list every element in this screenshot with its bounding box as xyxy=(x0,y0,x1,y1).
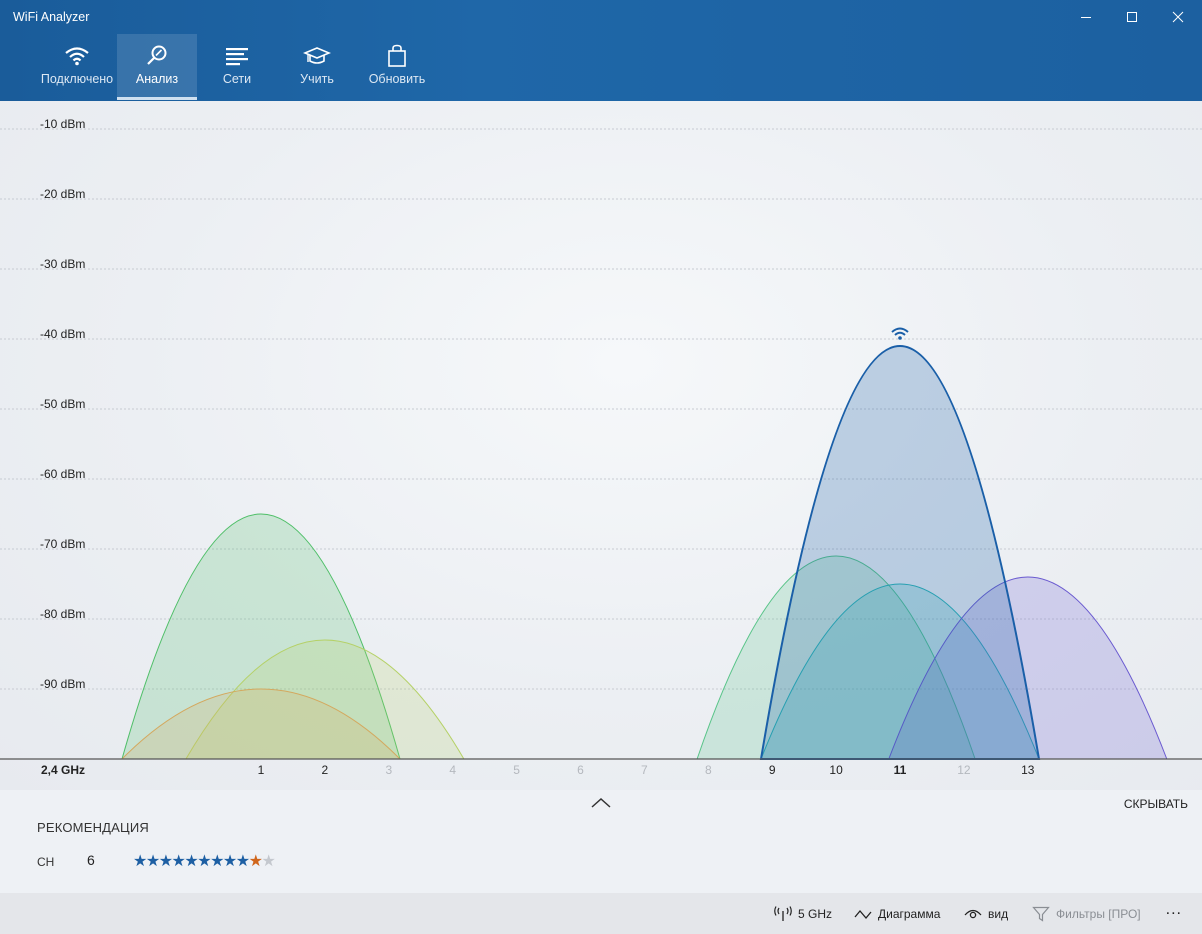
x-tick-label: 9 xyxy=(769,763,776,777)
view-label: вид xyxy=(988,907,1009,921)
x-tick-label: 12 xyxy=(957,763,971,777)
tab-upgrade-label: Обновить xyxy=(368,72,426,86)
y-tick-label: -20 dBm xyxy=(40,187,85,201)
signal-chart: -10 dBm -20 dBm -30 dBm -40 dBm -50 dBm -60 d… xyxy=(0,101,1202,790)
tab-connected-label: Подключено xyxy=(40,72,114,86)
tab-learn-label: Учить xyxy=(300,72,334,86)
y-tick-label: -80 dBm xyxy=(40,607,85,621)
antenna-icon xyxy=(774,906,792,921)
star-filled: ★ xyxy=(145,853,160,870)
x-tick-label: 6 xyxy=(577,763,584,777)
maximize-button[interactable] xyxy=(1109,0,1155,34)
recommendation-channel-label: CH xyxy=(37,855,55,869)
y-tick-label: -60 dBm xyxy=(40,467,85,481)
upgrade-icon xyxy=(386,44,408,68)
y-tick-label: -90 dBm xyxy=(40,677,85,691)
title-bar: WiFi Analyzer Подключено Анализ Сети Учи… xyxy=(0,0,1202,101)
x-tick-label: 4 xyxy=(449,763,456,777)
tab-learn[interactable]: Учить xyxy=(277,34,357,100)
x-tick-label: 2 xyxy=(322,763,329,777)
x-tick-label: 5 xyxy=(513,763,520,777)
tab-networks[interactable]: Сети xyxy=(197,34,277,100)
analyze-icon xyxy=(145,44,169,68)
star-filled: ★ xyxy=(210,853,224,870)
chevron-up-icon[interactable] xyxy=(590,794,612,812)
star-filled: ★ xyxy=(235,853,250,870)
recommendation-panel: СКРЫВАТЬ РЕКОМЕНДАЦИЯ CH 6 ★★★★★★★★★★★ xyxy=(0,790,1202,893)
tab-analyze[interactable]: Анализ xyxy=(117,34,197,100)
filter-icon xyxy=(1032,906,1050,922)
star-filled: ★ xyxy=(222,853,237,870)
maximize-icon xyxy=(1127,12,1137,22)
x-axis-title: 2,4 GHz xyxy=(41,763,85,777)
tab-connected[interactable]: Подключено xyxy=(37,34,117,100)
star-filled: ★ xyxy=(171,853,186,870)
filters-label: Фильтры [ПРО] xyxy=(1056,907,1141,921)
networks-icon xyxy=(224,44,250,68)
y-tick-label: -50 dBm xyxy=(40,397,85,411)
star-highlight: ★ xyxy=(248,853,263,870)
connected-wifi-icon xyxy=(891,327,909,340)
app-title: WiFi Analyzer xyxy=(13,10,90,24)
y-tick-label: -70 dBm xyxy=(40,537,85,551)
tab-networks-label: Сети xyxy=(222,72,252,86)
y-tick-label: -30 dBm xyxy=(40,257,85,271)
channel-graph: -10 dBm -20 dBm -30 dBm -40 dBm -50 dBm -60 d… xyxy=(0,117,1202,777)
y-tick-label: -40 dBm xyxy=(40,327,85,341)
band-toggle-label: 5 GHz xyxy=(798,907,833,921)
chart-type-button[interactable]: Диаграмма xyxy=(854,905,940,923)
tab-analyze-label: Анализ xyxy=(135,72,179,86)
more-options-button[interactable]: ... xyxy=(1166,901,1182,919)
x-tick-label: 11 xyxy=(894,763,907,777)
filters-button[interactable]: Фильтры [ПРО] xyxy=(1032,905,1141,923)
minimize-button[interactable] xyxy=(1063,0,1109,34)
wifi-icon xyxy=(64,44,90,68)
recommendation-title: РЕКОМЕНДАЦИЯ xyxy=(37,820,149,835)
x-tick-label: 10 xyxy=(829,763,843,777)
close-button[interactable] xyxy=(1155,0,1201,34)
star-filled: ★ xyxy=(197,853,211,870)
close-icon xyxy=(1172,11,1184,23)
minimize-icon xyxy=(1081,17,1091,18)
x-tick-label: 1 xyxy=(258,763,265,777)
star-empty: ★ xyxy=(261,853,275,870)
command-bar: 5 GHz Диаграмма вид Фильтры [ПРО] ... xyxy=(0,893,1202,934)
star-filled: ★ xyxy=(158,853,173,870)
x-tick-label: 7 xyxy=(641,763,648,777)
chart-line-icon xyxy=(854,909,872,920)
star-filled: ★ xyxy=(133,853,147,870)
learn-icon xyxy=(303,44,331,68)
y-tick-label: -10 dBm xyxy=(40,117,85,131)
connected-network-curve xyxy=(759,345,1041,760)
eye-icon xyxy=(964,909,982,919)
x-tick-label: 8 xyxy=(705,763,712,777)
tab-upgrade[interactable]: Обновить xyxy=(357,34,437,100)
band-toggle-button[interactable]: 5 GHz xyxy=(774,905,832,923)
x-tick-label: 3 xyxy=(385,763,392,777)
star-filled: ★ xyxy=(184,853,198,870)
recommendation-channel-value: 6 xyxy=(87,852,95,868)
x-tick-label: 13 xyxy=(1021,763,1035,777)
rating-stars: ★★★★★★★★★★★ xyxy=(133,851,276,871)
hide-button[interactable]: СКРЫВАТЬ xyxy=(1124,797,1188,811)
view-button[interactable]: вид xyxy=(964,905,1008,923)
chart-type-label: Диаграмма xyxy=(878,907,941,921)
